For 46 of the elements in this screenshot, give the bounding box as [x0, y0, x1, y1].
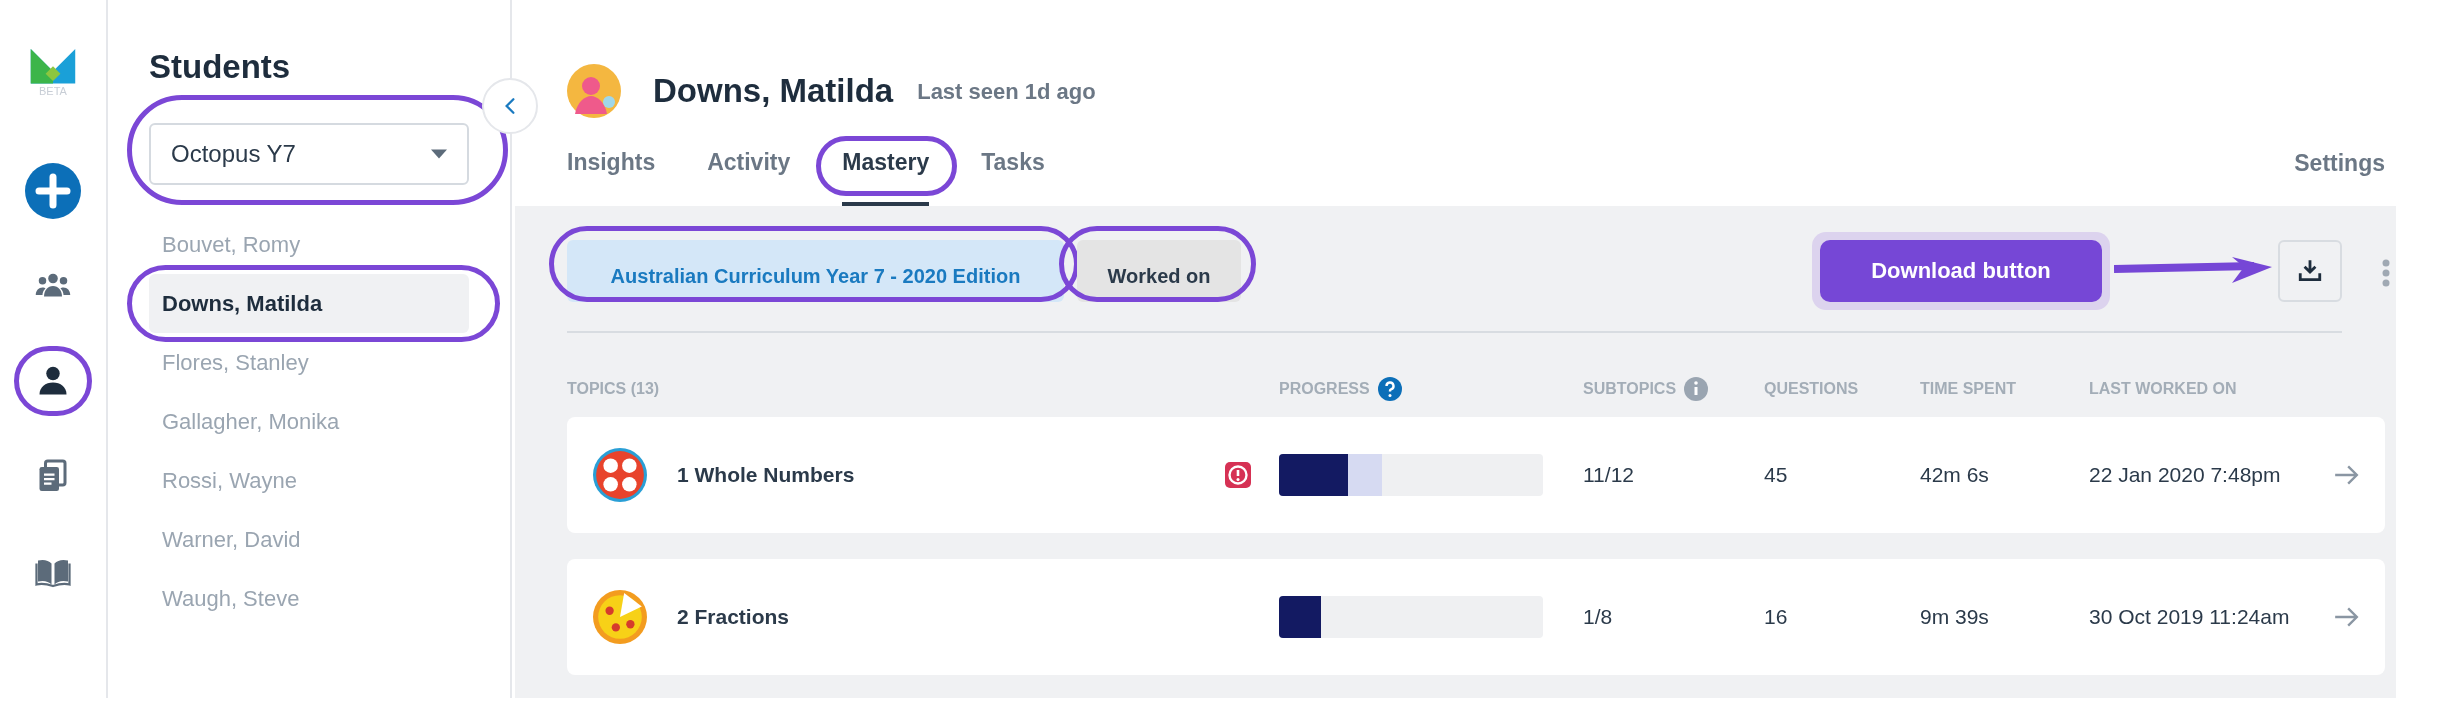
panel-title: Students — [149, 50, 292, 83]
caret-icon — [431, 149, 447, 159]
column-header: PROGRESS — [1279, 379, 1370, 399]
student-item[interactable]: Waugh, Steve — [149, 569, 469, 628]
student-item[interactable]: Gallagher, Monika — [149, 392, 469, 451]
tab[interactable]: Insights — [567, 140, 656, 206]
student-item[interactable]: Flores, Stanley — [149, 333, 469, 392]
topic-name: 1 Whole Numbers — [677, 462, 856, 489]
column-header: SUBTOPICS — [1583, 379, 1677, 399]
info-icon — [1684, 377, 1709, 401]
column-header: QUESTIONS — [1764, 379, 1859, 399]
add-icon — [25, 163, 81, 219]
topic-name: 2 Fractions — [677, 604, 791, 631]
tab[interactable]: Tasks — [981, 140, 1045, 206]
chevron-left-icon — [503, 97, 517, 115]
settings-link[interactable]: Settings — [2294, 145, 2385, 206]
download-icon — [2297, 257, 2323, 284]
help-icon — [1377, 377, 1402, 401]
tab[interactable]: Activity — [707, 140, 791, 206]
filter-pill[interactable]: Worked on — [1077, 239, 1241, 302]
last-seen-text: Last seen 1d ago — [917, 77, 1096, 106]
kebab-icon — [2382, 259, 2390, 287]
pizza-icon — [593, 590, 647, 644]
student-item[interactable]: Rossi, Wayne — [149, 451, 469, 510]
table-cell: 11/12 — [1583, 463, 1634, 487]
student-name: Downs, Matilda — [653, 71, 894, 112]
column-header: LAST WORKED ON — [2089, 379, 2237, 399]
table-cell: 42m 6s — [1920, 463, 1989, 487]
topic-row[interactable]: 2 Fractions 1/8 16 9m 39s 30 Oct 2019 11:24am — [567, 559, 2385, 675]
download-button[interactable] — [2278, 239, 2342, 302]
column-header: TOPICS (13) — [567, 379, 660, 399]
student-item[interactable]: Warner, David — [149, 510, 469, 569]
table-cell: 9m 39s — [1920, 605, 1989, 629]
filter-pill[interactable]: Australian Curriculum Year 7 - 2020 Edition — [567, 239, 1064, 302]
numbered-dots-icon — [593, 448, 647, 502]
student-item[interactable]: Downs, Matilda — [149, 274, 469, 333]
column-header: TIME SPENT — [1920, 379, 2016, 399]
table-cell: 45 — [1764, 463, 1788, 487]
callout-label: Download button — [1820, 239, 2102, 302]
class-dropdown[interactable]: Octopus Y7 — [149, 123, 469, 185]
table-cell: 16 — [1764, 605, 1788, 629]
table-cell: 30 Oct 2019 11:24am — [2089, 605, 2290, 629]
table-cell: 22 Jan 2020 7:48pm — [2089, 463, 2281, 487]
topic-row[interactable]: 1 Whole Numbers 11/12 45 42m 6s 22 Jan 2020 7:48pm — [567, 417, 2385, 533]
student-item[interactable]: Bouvet, Romy — [149, 215, 469, 274]
table-cell: 1/8 — [1583, 605, 1613, 629]
